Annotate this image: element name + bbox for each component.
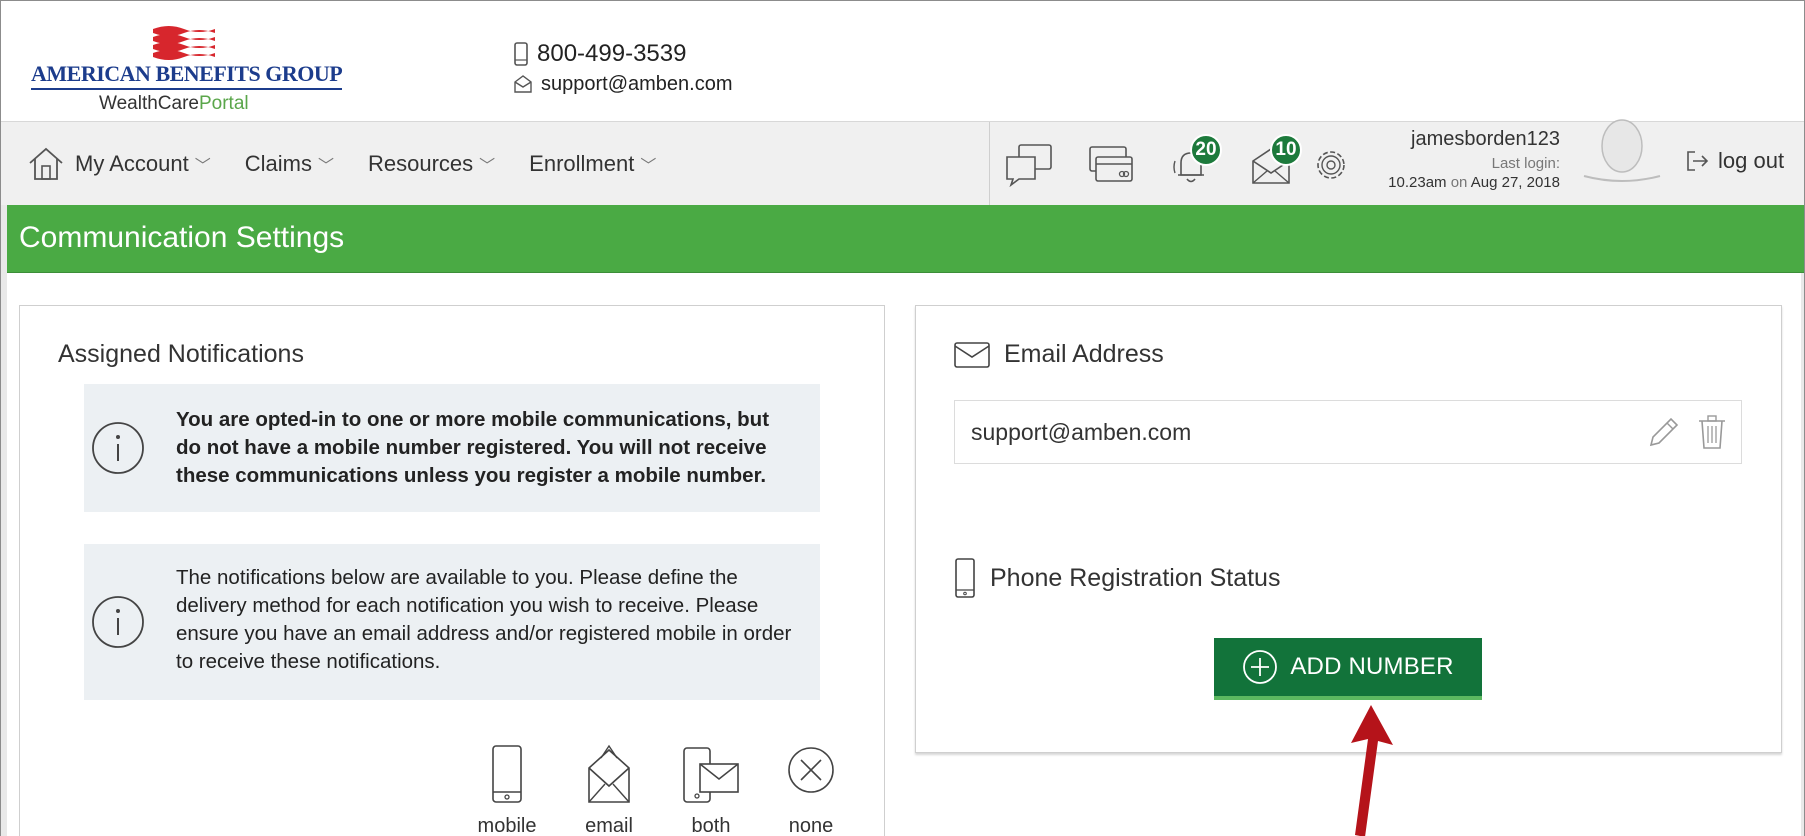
logo[interactable]: AMERICAN BENEFITS GROUP WealthCarePortal <box>31 25 343 117</box>
contact-settings-panel: Email Address support@amben.com Phone Re… <box>915 305 1782 753</box>
messages-button[interactable]: 10 <box>1246 134 1302 190</box>
nav-item-label: Enrollment <box>529 151 635 176</box>
envelope-icon <box>514 75 532 93</box>
header: AMERICAN BENEFITS GROUP WealthCarePortal… <box>1 1 1804 121</box>
delete-email-button[interactable] <box>1695 413 1733 451</box>
mobile-icon <box>492 745 522 803</box>
contact-phone-row: 800-499-3539 <box>513 39 733 69</box>
logo-brand: AMERICAN BENEFITS GROUP <box>31 61 343 90</box>
logo-sub-accent: Portal <box>198 93 249 114</box>
messages-badge: 10 <box>1270 134 1302 166</box>
main-nav: My Account ﹀ Claims ﹀ Resources ﹀ Enrollmen… <box>1 119 1804 206</box>
x-circle-icon <box>788 747 834 793</box>
last-login-time: 10.23am <box>1388 174 1447 191</box>
delivery-method-none: none <box>766 744 856 836</box>
contact-email-row: support@amben.com <box>513 69 733 99</box>
envelope-open-icon <box>588 744 630 803</box>
delivery-info-box: The notifications below are available to… <box>84 544 820 700</box>
envelope-icon <box>954 341 990 368</box>
email-address-row: support@amben.com <box>954 400 1742 464</box>
mobile-warning-text: You are opted-in to one or more mobile c… <box>176 408 770 487</box>
nav-enrollment[interactable]: Enrollment ﹀ <box>529 151 656 177</box>
settings-button[interactable] <box>1306 140 1356 190</box>
user-info: jamesborden123 Last login: 10.23am on Au… <box>1380 128 1560 191</box>
support-email[interactable]: support@amben.com <box>541 73 733 96</box>
gear-icon <box>1317 151 1345 179</box>
page-title: Communication Settings <box>19 221 345 254</box>
nav-item-label: Claims <box>244 151 312 176</box>
last-login-date: Aug 27, 2018 <box>1470 174 1560 191</box>
delivery-method-mobile: mobile <box>462 744 552 836</box>
delivery-info-text: The notifications below are available to… <box>176 566 792 673</box>
delivery-method-label: none <box>788 815 834 836</box>
nav-claims[interactable]: Claims ﹀ <box>245 151 334 177</box>
email-address-value: support@amben.com <box>971 419 1192 445</box>
nav-item-label: Resources <box>367 151 474 176</box>
user-avatar-icon <box>1583 119 1661 182</box>
page-title-bar: Communication Settings <box>7 205 1804 273</box>
plus-circle-icon <box>1243 650 1278 684</box>
nav-menu: My Account ﹀ Claims ﹀ Resources ﹀ Enrollmen… <box>27 122 690 206</box>
edit-email-button[interactable] <box>1645 413 1683 451</box>
chevron-down-icon: ﹀ <box>640 158 657 175</box>
last-login-label: Last login: <box>1491 155 1560 172</box>
delivery-method-label: email <box>585 815 633 836</box>
chat-button[interactable] <box>1004 140 1054 190</box>
info-icon <box>92 596 144 648</box>
credit-card-icon <box>1089 146 1133 182</box>
contact-info: 800-499-3539 support@amben.com <box>513 39 733 99</box>
delivery-method-label: mobile <box>477 815 537 836</box>
last-login-value: 10.23am on Aug 27, 2018 <box>1380 174 1560 191</box>
chevron-down-icon: ﹀ <box>479 158 496 175</box>
nav-resources[interactable]: Resources ﹀ <box>368 151 495 177</box>
add-number-label: ADD NUMBER <box>1290 653 1454 680</box>
avatar[interactable] <box>1578 110 1666 206</box>
assigned-notifications-panel: Assigned Notifications You are opted-in … <box>19 305 885 836</box>
left-gutter <box>1 205 7 836</box>
chat-icon <box>1006 144 1052 187</box>
app-frame: AMERICAN BENEFITS GROUP WealthCarePortal… <box>0 0 1805 836</box>
chevron-down-icon: ﹀ <box>194 158 211 175</box>
assigned-notifications-heading: Assigned Notifications <box>58 340 304 368</box>
phone-icon <box>514 42 528 66</box>
email-section-heading: Email Address <box>954 340 1164 369</box>
notifications-button[interactable]: 20 <box>1166 134 1222 190</box>
card-button[interactable] <box>1086 140 1136 190</box>
delivery-method-email: email <box>564 744 654 836</box>
info-icon <box>92 422 144 474</box>
home-button[interactable] <box>27 122 75 206</box>
logo-subtitle: WealthCarePortal <box>99 93 249 115</box>
right-gutter <box>1801 273 1804 836</box>
add-number-button[interactable]: ADD NUMBER <box>1214 638 1482 700</box>
home-icon <box>29 147 63 180</box>
flag-icon <box>153 26 215 60</box>
username[interactable]: jamesborden123 <box>1380 128 1560 151</box>
notifications-badge: 20 <box>1190 134 1222 166</box>
mobile-icon <box>955 558 975 598</box>
logo-sub-main: WealthCare <box>99 93 199 114</box>
delivery-method-both: both <box>666 744 756 836</box>
email-heading-text: Email Address <box>1004 340 1164 368</box>
support-phone[interactable]: 800-499-3539 <box>537 40 686 68</box>
phone-heading-text: Phone Registration Status <box>990 563 1281 592</box>
logout-icon <box>1687 151 1709 171</box>
chevron-down-icon: ﹀ <box>317 158 334 175</box>
nav-tools: 20 10 jamesborden123 Last login: 10.23am… <box>989 119 1804 206</box>
logout-label: log out <box>1718 148 1785 173</box>
mobile-warning-box: You are opted-in to one or more mobile c… <box>84 384 820 512</box>
nav-my-account[interactable]: My Account ﹀ <box>75 151 211 177</box>
phone-section-heading: Phone Registration Status <box>954 558 1280 598</box>
nav-item-label: My Account <box>75 151 189 176</box>
delivery-method-label: both <box>691 815 731 836</box>
mobile-email-icon <box>683 747 739 803</box>
pencil-icon <box>1649 417 1679 447</box>
last-login-on: on <box>1450 174 1468 191</box>
trash-icon <box>1699 415 1725 449</box>
annotation-arrow-icon <box>1351 705 1393 836</box>
logout-button[interactable]: log out <box>1686 148 1784 174</box>
